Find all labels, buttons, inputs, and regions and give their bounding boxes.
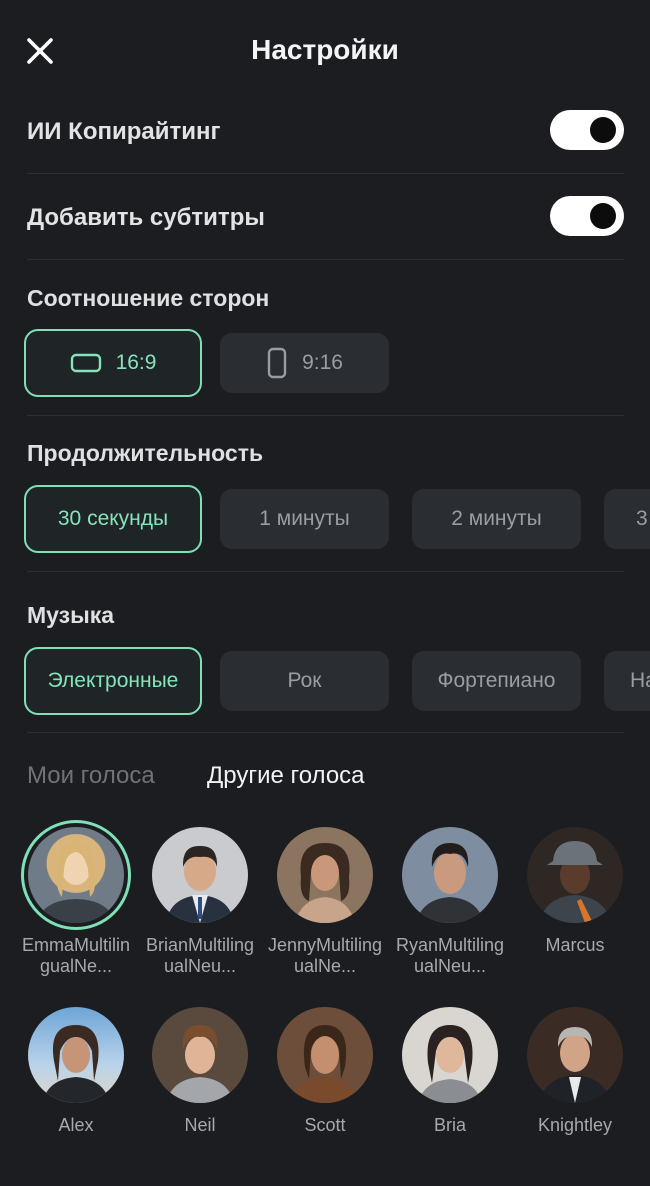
duration-30s-button[interactable]: 30 секунды [24,485,202,553]
voice-name: EmmaMultilingualNe... [21,935,131,976]
voice-name: Marcus [545,935,605,955]
music-title: Музыка [27,602,115,628]
divider [27,415,624,416]
aspect-9-16-button[interactable]: 9:16 [220,333,389,393]
music-electronic-button[interactable]: Электронные [24,647,202,715]
avatar [21,820,131,930]
aspect-16-9-button[interactable]: 16:9 [24,329,202,397]
avatar [152,1007,248,1103]
toggle-label-subtitles: Добавить субтитры [27,204,265,231]
music-rock-label: Рок [287,669,322,692]
duration-3min-label: 3 [636,507,648,530]
avatar [402,827,498,923]
music-piano-label: Фортепиано [437,669,556,692]
aspect-9-16-label: 9:16 [302,351,343,374]
portrait-icon [266,347,288,379]
aspect-16-9-label: 16:9 [115,351,157,374]
voice-name: JennyMultilingualNe... [267,935,383,976]
voice-item-alex[interactable]: Alex [17,1007,135,1136]
voice-item-scott[interactable]: Scott [266,1007,384,1136]
duration-1min-label: 1 минуты [259,507,350,530]
voice-name: Neil [184,1115,216,1135]
voice-name: Bria [433,1115,466,1135]
avatar [277,827,373,923]
voice-item-marcus[interactable]: Marcus [516,827,634,956]
music-more-button[interactable]: На [604,651,650,711]
avatar [402,1007,498,1103]
divider [27,571,624,572]
voice-name: BrianMultilingualNeu... [145,935,255,976]
avatar [152,827,248,923]
toggle-row-ai-copywriting: ИИ Копирайтинг [27,88,624,174]
toggle-label-ai-copywriting: ИИ Копирайтинг [27,118,221,145]
voice-item-bria[interactable]: Bria [391,1007,509,1136]
toggle-knob [590,203,616,229]
voice-item-brian[interactable]: BrianMultilingualNeu... [141,827,259,977]
tab-my-voices[interactable]: Мои голоса [27,762,155,790]
voice-item-emma[interactable]: EmmaMultilingualNe... [17,820,135,977]
page-title: Настройки [251,34,399,65]
music-electronic-label: Электронные [47,669,179,692]
voice-name: Knightley [537,1115,613,1135]
voice-name: Scott [304,1115,346,1135]
duration-2min-label: 2 минуты [451,507,542,530]
duration-title: Продолжительность [27,440,264,466]
voice-item-ryan[interactable]: RyanMultilingualNeu... [391,827,509,977]
duration-3min-button[interactable]: 3 [604,489,650,549]
voice-name: RyanMultilingualNeu... [395,935,505,976]
avatar [277,1007,373,1103]
music-more-label: На [630,669,650,692]
tab-other-voices[interactable]: Другие голоса [207,762,365,790]
voice-item-jenny[interactable]: JennyMultilingualNe... [266,827,384,977]
duration-1min-button[interactable]: 1 минуты [220,489,389,549]
duration-30s-label: 30 секунды [57,507,169,530]
voice-name: Alex [58,1115,94,1135]
avatar [28,1007,124,1103]
toggle-row-subtitles: Добавить субтитры [27,174,624,260]
duration-2min-button[interactable]: 2 минуты [412,489,581,549]
settings-screen: Настройки ИИ Копирайтинг Добавить субтит… [0,0,650,1186]
landscape-icon [70,352,102,374]
music-piano-button[interactable]: Фортепиано [412,651,581,711]
music-rock-button[interactable]: Рок [220,651,389,711]
avatar [527,1007,623,1103]
aspect-ratio-title: Соотношение сторон [27,285,270,311]
voice-item-knightley[interactable]: Knightley [516,1007,634,1136]
voice-item-neil[interactable]: Neil [141,1007,259,1136]
avatar [527,827,623,923]
ai-copywriting-toggle[interactable] [550,110,624,150]
toggle-knob [590,117,616,143]
divider [27,732,624,733]
subtitles-toggle[interactable] [550,196,624,236]
